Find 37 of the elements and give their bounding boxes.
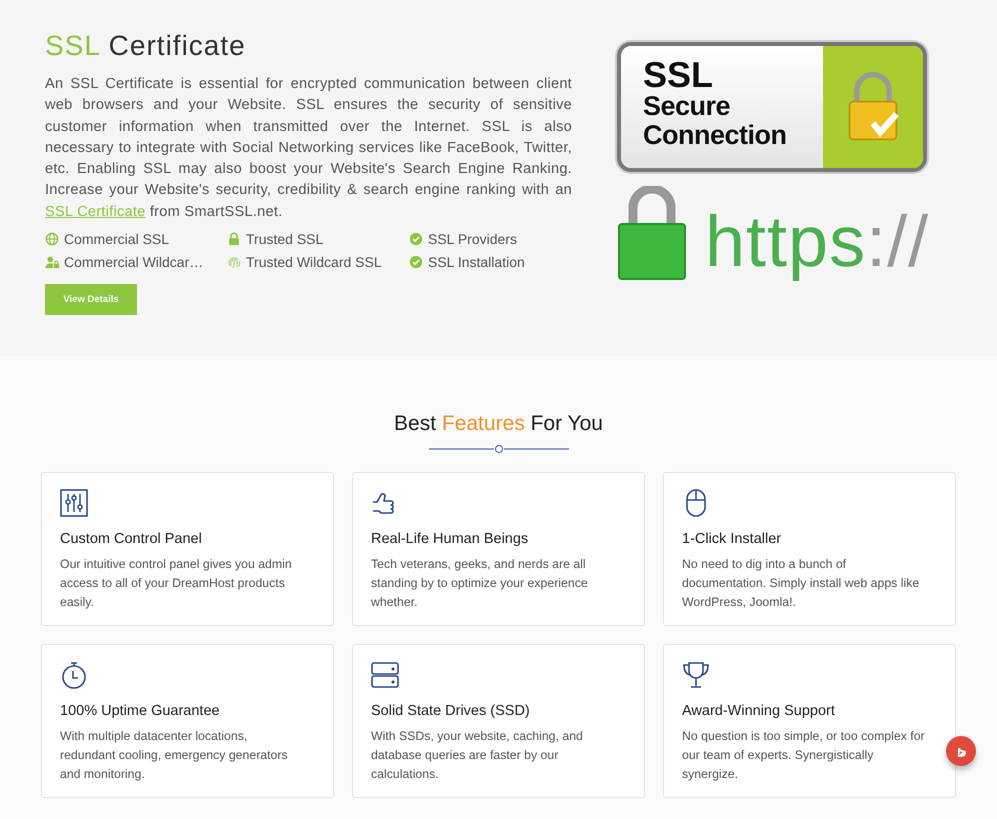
badge-caption: Secure (643, 92, 732, 121)
card-description: No question is too simple, or too complex for our team of experts. Synergistically synergize. (682, 728, 925, 783)
check-circle-icon (409, 255, 423, 270)
check-circle-icon (409, 232, 423, 246)
card-description: With SSDs, your website, caching, and database queries are faster by our calculations. (371, 728, 584, 783)
fingerprint-icon (227, 255, 241, 270)
badge-title: SSL (643, 58, 714, 92)
lock-icon (227, 232, 241, 246)
section-heading: Best Features For You (394, 412, 603, 436)
card-description: No need to dig into a bunch of documentation. Simply install web apps like WordPress, Joomla!. (682, 556, 920, 611)
user-lock-icon (45, 255, 59, 270)
trophy-icon (682, 661, 710, 689)
card-title: Solid State Drives (SSD) (371, 703, 531, 719)
product-link[interactable]: Commercial SSL (64, 231, 170, 248)
globe-icon (45, 232, 59, 246)
padlock-icon (617, 186, 687, 281)
product-link[interactable]: SSL Installation (428, 254, 525, 270)
https-text: https:// (705, 203, 930, 281)
card-title: Real-Life Human Beings (371, 531, 530, 547)
chat-button[interactable] (946, 736, 976, 766)
product-link[interactable]: Trusted Wildcard SSL (246, 254, 382, 270)
stopwatch-icon (60, 661, 88, 689)
card-title: Custom Control Panel (60, 531, 203, 547)
server-icon (371, 661, 399, 689)
product-link[interactable]: Commercial Wildcar… (64, 254, 204, 270)
product-link[interactable]: SSL Providers (428, 231, 517, 248)
card-description: Tech veterans, geeks, and nerds are all standing by to optimize your experience whether. (371, 556, 589, 611)
card-description: With multiple datacenter locations, redundant cooling, emergency generators and monitoring. (60, 728, 289, 783)
sliders-icon (60, 489, 88, 517)
product-link[interactable]: Trusted SSL (246, 231, 324, 248)
card-title: 100% Uptime Guarantee (60, 703, 221, 719)
intro-paragraph: An SSL Certificate is essential for encrypted communication between client web browsers and your Website. SSL ensures the security of sensitive customer information when transmitted over the Internet. SSL is also necessary to integrate with Social Networking services like FaceBook, Twitter, etc. Enabling SSL may also boost your Website's Search Engine Ranking. Increase your Website's security, credibility & search engine ranking with an SSL Certificate from SmartSSL.net. (45, 75, 572, 222)
card-title: Award-Winning Support (682, 703, 836, 719)
card-description: Our intuitive control panel gives you admin access to all of your DreamHost products easily. (60, 556, 293, 611)
badge-caption: Connection (643, 121, 788, 150)
card-title: 1-Click Installer (682, 531, 782, 547)
section-title: SSL Certificate (45, 30, 247, 62)
